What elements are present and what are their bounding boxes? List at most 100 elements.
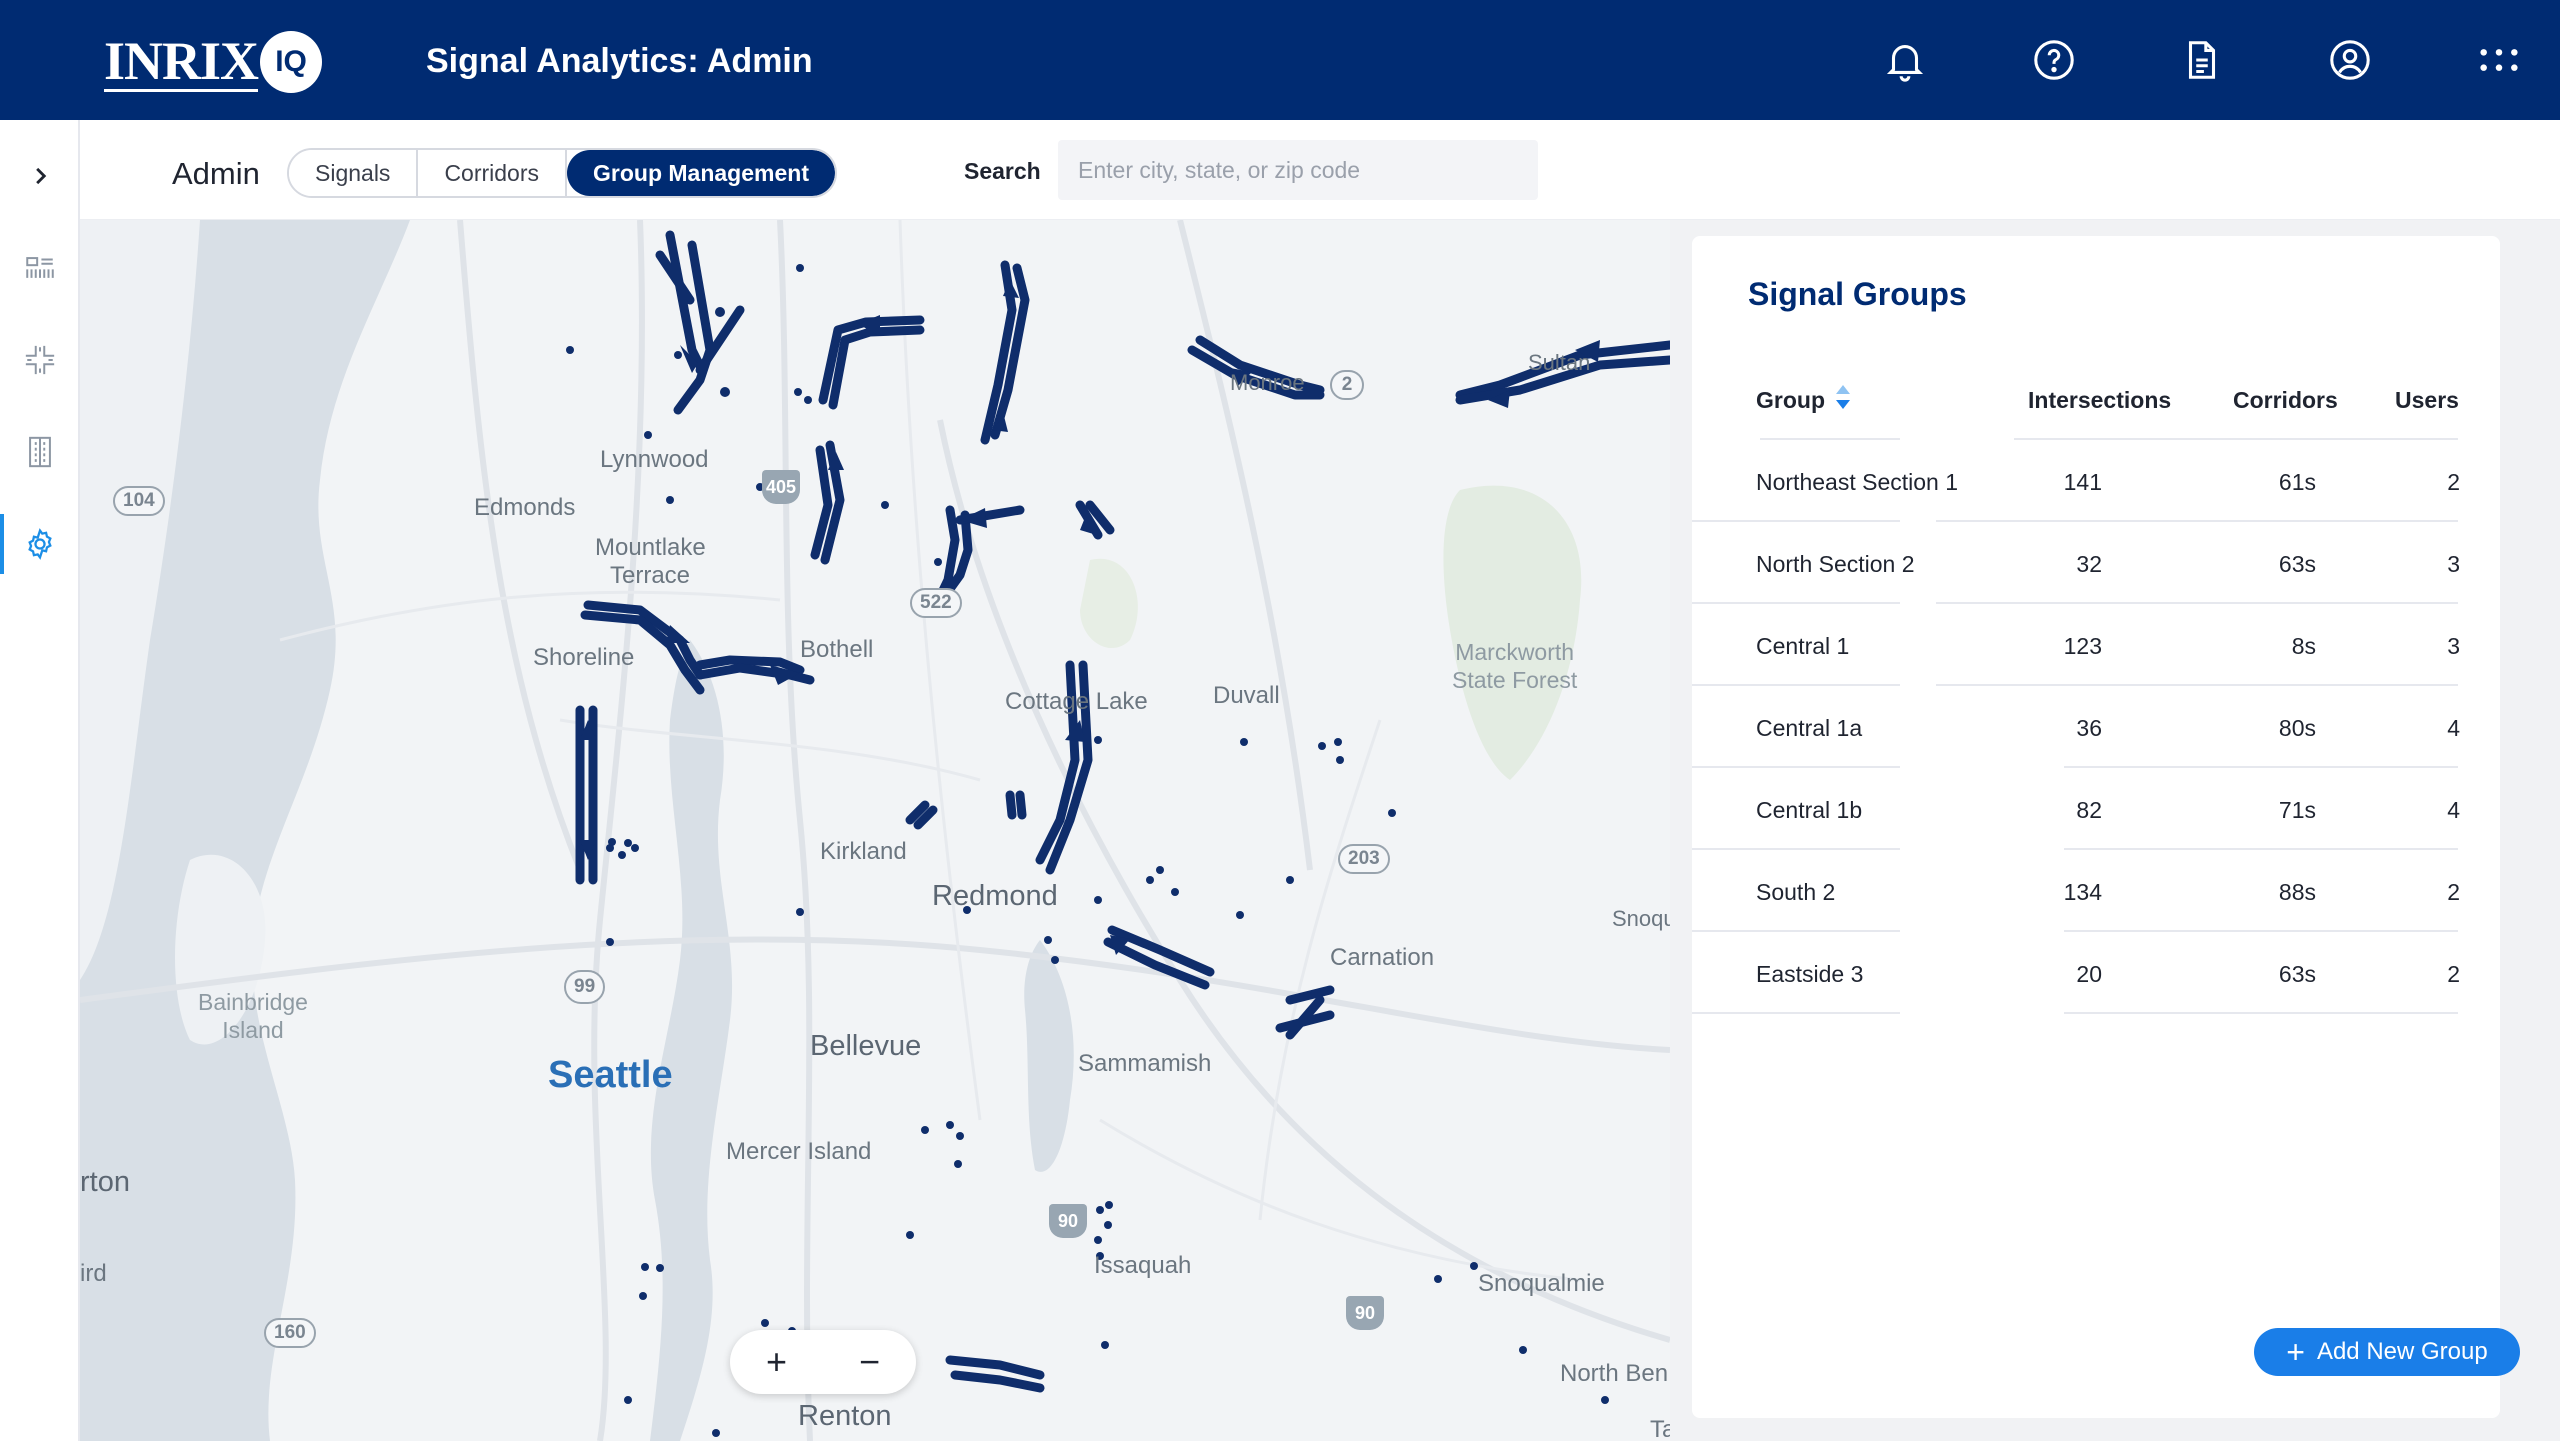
table-row[interactable]: Central 1a 36 80s 4 <box>1692 686 2500 768</box>
help-circle-icon[interactable] <box>2024 30 2084 90</box>
place-label: Snoqu <box>1612 906 1670 931</box>
chevron-right-icon <box>36 167 47 185</box>
cell-users: 2 <box>2447 469 2460 495</box>
place-label: Mercer Island <box>726 1138 872 1165</box>
interstate-shield: 90 <box>1049 1204 1087 1238</box>
inrix-iq-logo[interactable]: INRIX IQ <box>104 30 323 93</box>
place-label-line: Bainbridge <box>198 989 308 1015</box>
sidebar-item-reports[interactable] <box>0 422 80 482</box>
cell-users: 4 <box>2447 797 2460 823</box>
app-title: Signal Analytics: Admin <box>426 42 813 80</box>
route-shield: 522 <box>910 588 962 618</box>
column-header-group[interactable]: Group <box>1756 386 1825 414</box>
cell-corridors: 61s <box>2278 469 2316 495</box>
document-icon[interactable] <box>2172 30 2232 90</box>
cell-users: 4 <box>2447 715 2460 741</box>
table-row[interactable]: South 2 134 88s 2 <box>1692 850 2500 932</box>
cell-intersections: 82 <box>2076 797 2102 823</box>
place-label: Bellevue <box>810 1030 922 1062</box>
cell-group: South 2 <box>1756 879 1836 905</box>
cell-corridors: 63s <box>2278 961 2316 987</box>
apps-grid-icon[interactable] <box>2469 30 2529 90</box>
park-label-line: State Forest <box>1452 667 1578 693</box>
place-label: Redmond <box>932 880 1058 912</box>
tab-group-management[interactable]: Group Management <box>567 150 835 196</box>
logo-wordmark: INRIX <box>104 30 259 92</box>
cell-users: 2 <box>2447 879 2460 905</box>
expand-sidebar-button[interactable] <box>0 146 80 206</box>
park-label-line: Marckworth <box>1455 639 1575 665</box>
table-row[interactable]: Eastside 3 20 63s 2 <box>1692 932 2500 1014</box>
table-row[interactable]: Northeast Section 1 141 61s 2 <box>1692 440 2500 522</box>
logo-badge: IQ <box>260 31 323 93</box>
interstate-shield: 90 <box>1346 1296 1384 1330</box>
sidebar-item-corridors[interactable] <box>0 330 80 390</box>
cell-group: Central 1b <box>1756 797 1863 823</box>
cell-users: 3 <box>2447 633 2460 659</box>
tab-corridors[interactable]: Corridors <box>418 150 568 196</box>
signal-groups-card: Signal Groups Group Intersections Corrid… <box>1692 236 2500 1418</box>
left-sidebar <box>0 120 80 1441</box>
zoom-out-button[interactable]: − <box>840 1332 900 1392</box>
place-label: ird <box>80 1260 107 1287</box>
zoom-in-button[interactable]: + <box>747 1332 807 1392</box>
row-divider <box>2064 1012 2458 1014</box>
sidebar-item-admin[interactable] <box>0 514 80 574</box>
tab-signals[interactable]: Signals <box>289 150 419 196</box>
place-label: Monroe <box>1230 370 1305 395</box>
row-divider <box>1692 1012 1900 1014</box>
table-row[interactable]: Central 1b 82 71s 4 <box>1692 768 2500 850</box>
search-label: Search <box>964 158 1041 184</box>
sort-icon[interactable] <box>1834 382 1852 412</box>
bell-icon[interactable] <box>1875 30 1935 90</box>
cell-corridors: 8s <box>2291 633 2316 659</box>
add-new-group-button[interactable]: + Add New Group <box>2254 1328 2520 1376</box>
place-label: Shoreline <box>533 644 635 671</box>
add-new-group-label: Add New Group <box>2316 1338 2488 1365</box>
signal-groups-panel: Signal Groups Group Intersections Corrid… <box>1670 220 2560 1441</box>
signal-corridors-layer <box>566 230 1670 1437</box>
cell-users: 2 <box>2447 961 2460 987</box>
cell-group: Central 1a <box>1756 715 1863 741</box>
place-label: Kirkland <box>820 838 907 865</box>
search-input[interactable] <box>1058 140 1538 200</box>
place-label: rton <box>80 1166 130 1198</box>
barcode-icon <box>26 257 54 278</box>
column-header-intersections[interactable]: Intersections <box>2028 386 2171 414</box>
panel-title: Signal Groups <box>1748 276 1967 312</box>
column-header-users[interactable]: Users <box>2395 386 2459 414</box>
map-view[interactable]: Lynnwood Edmonds Mountlake Terrace Shore… <box>80 220 1670 1441</box>
cell-corridors: 80s <box>2278 715 2316 741</box>
place-label: Cottage Lake <box>1005 688 1148 715</box>
column-header-corridors[interactable]: Corridors <box>2233 386 2338 414</box>
sidebar-item-signals[interactable] <box>0 238 80 298</box>
place-label: Snoqualmie <box>1478 1270 1605 1297</box>
cell-corridors: 63s <box>2278 551 2316 577</box>
place-label: Ta <box>1650 1416 1670 1441</box>
table-row[interactable]: North Section 2 32 63s 3 <box>1692 522 2500 604</box>
place-label: North Ben <box>1560 1360 1669 1387</box>
route-shield: 160 <box>264 1318 316 1348</box>
plus-icon: + <box>2286 1334 2305 1370</box>
place-label: Sammamish <box>1078 1050 1212 1077</box>
admin-tabs: Signals Corridors Group Management <box>287 148 837 198</box>
city-label-seattle: Seattle <box>548 1054 673 1096</box>
place-label: Renton <box>798 1400 892 1432</box>
cell-intersections: 134 <box>2063 879 2102 905</box>
cell-group: Central 1 <box>1756 633 1850 659</box>
top-app-bar: INRIX IQ Signal Analytics: Admin <box>0 0 2560 120</box>
route-shield: 99 <box>564 970 606 1004</box>
place-label: Mountlake <box>595 534 706 561</box>
place-label: Carnation <box>1330 944 1435 971</box>
place-label: Sultan <box>1528 350 1591 375</box>
admin-subnav: Admin Signals Corridors Group Management… <box>80 120 2560 220</box>
cell-group: Northeast Section 1 <box>1756 469 1959 495</box>
user-circle-icon[interactable] <box>2320 30 2380 90</box>
cell-corridors: 71s <box>2278 797 2316 823</box>
cell-intersections: 20 <box>2076 961 2102 987</box>
park-label: Marckworth State Forest <box>1452 638 1577 694</box>
section-label: Admin <box>172 156 260 191</box>
gear-icon <box>28 528 52 560</box>
table-row[interactable]: Central 1 123 8s 3 <box>1692 604 2500 686</box>
place-label: Bothell <box>800 636 874 663</box>
